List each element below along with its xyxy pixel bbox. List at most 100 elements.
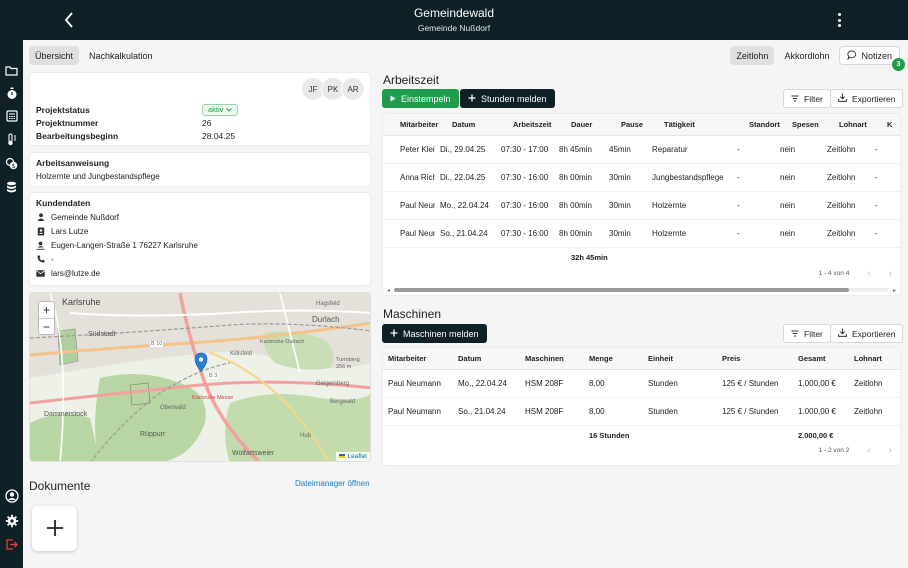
flag-icon: [339, 454, 346, 459]
table-row[interactable]: Paul Neumann So., 21.04.24 07:30 - 16:00 8h…: [383, 220, 900, 248]
report-machines-label: Maschinen melden: [403, 328, 479, 339]
column-header[interactable]: Tätigkeit: [659, 120, 744, 129]
column-header[interactable]: Datum: [447, 120, 508, 129]
column-header[interactable]: Lohnart: [834, 120, 882, 129]
table-row[interactable]: Paul Neumann So., 21.04.24 HSM 208F 8,00 Stu…: [383, 398, 900, 426]
table-cell: nein: [780, 173, 796, 182]
arbeitszeit-export-button[interactable]: Exportieren: [830, 89, 904, 108]
contact-card-icon: [36, 227, 45, 236]
table-cell: 125 € / Stunden: [722, 379, 779, 388]
scroll-left-icon[interactable]: ◂: [387, 287, 390, 294]
attribution-link[interactable]: Leaflet: [347, 453, 367, 460]
wage-tabs: Zeitlohn Akkordlohn Notizen 3: [730, 46, 905, 71]
column-header[interactable]: Maschinen: [520, 354, 584, 363]
column-header[interactable]: Lohnart: [849, 354, 899, 363]
pagination-info: 1 - 4 von 4: [818, 270, 850, 277]
table-row[interactable]: Peter Klein Di., 29.04.25 07:30 - 17:00 8h …: [383, 136, 900, 164]
table-cell: 30min: [609, 229, 631, 238]
chevron-left-icon[interactable]: ‹: [867, 268, 870, 279]
map-attribution[interactable]: Leaflet: [336, 452, 370, 461]
tab-nachkalkulation[interactable]: Nachkalkulation: [83, 46, 159, 65]
header-titles: Gemeindewald Gemeinde Nußdorf: [0, 6, 908, 33]
instruction-title: Arbeitsanweisung: [36, 158, 110, 168]
horizontal-scrollbar[interactable]: ◂ ▸: [387, 287, 896, 294]
clock-in-button[interactable]: Einstempeln: [382, 89, 459, 108]
zoom-in-button[interactable]: +: [39, 302, 54, 318]
column-header[interactable]: Mitarbeiter: [383, 354, 453, 363]
speech-bubble-icon: [847, 50, 857, 62]
zoom-out-button[interactable]: −: [39, 318, 54, 334]
status-dropdown[interactable]: aktiv: [202, 103, 239, 116]
column-header[interactable]: Dauer: [566, 120, 616, 129]
column-header[interactable]: Spesen: [787, 120, 834, 129]
column-header[interactable]: Gesamt: [793, 354, 849, 363]
table-row[interactable]: Paul Neumann Mo., 22.04.24 HSM 208F 8,00 Stu…: [383, 370, 900, 398]
map-label: Killisfeld: [230, 351, 253, 357]
report-machines-button[interactable]: Maschinen melden: [382, 324, 487, 343]
more-menu-icon[interactable]: [834, 11, 844, 29]
database-icon[interactable]: [4, 180, 19, 195]
money-icon[interactable]: $: [4, 156, 19, 171]
column-header[interactable]: Arbeitszeit: [508, 120, 566, 129]
map-label: Bergwald: [330, 399, 356, 405]
map-label: Rüppurr: [140, 431, 166, 438]
maschinen-filter-button[interactable]: Filter: [783, 324, 831, 343]
map-label: Oberwald: [160, 405, 186, 411]
chevron-right-icon[interactable]: ›: [889, 268, 892, 279]
customer-email[interactable]: lars@lutze.de: [51, 269, 100, 278]
total-quantity: 16 Stunden: [589, 430, 630, 440]
stopwatch-icon[interactable]: [4, 86, 19, 101]
plus-icon: [390, 329, 398, 339]
map-label: Hub: [300, 433, 312, 439]
customer-address-row: Eugen-Langen-Straße 1 76227 Karlsruhe: [36, 238, 364, 252]
tab-zeitlohn[interactable]: Zeitlohn: [730, 46, 775, 65]
column-header[interactable]: Menge: [584, 354, 643, 363]
scrollbar-track[interactable]: [394, 288, 889, 292]
column-header[interactable]: Pause: [616, 120, 659, 129]
scroll-right-icon[interactable]: ▸: [893, 287, 896, 294]
map-label: Karlsruhe Messe: [192, 395, 234, 401]
calculator-icon[interactable]: [4, 108, 19, 123]
report-hours-button[interactable]: Stunden melden: [460, 89, 555, 108]
column-header[interactable]: Preis: [717, 354, 793, 363]
add-document-button[interactable]: [32, 506, 77, 551]
map-label: Wolfartsweier: [232, 450, 275, 457]
instruction-card: Arbeitsanweisung Holzernte und Jungbesta…: [29, 152, 371, 187]
map-label: Südstadt: [88, 331, 116, 338]
arbeitszeit-filter-button[interactable]: Filter: [783, 89, 831, 108]
column-header[interactable]: Mitarbeiter: [383, 120, 447, 129]
column-header[interactable]: K: [882, 120, 900, 129]
info-value: 28.04.25: [202, 130, 236, 141]
project-map[interactable]: Karlsruhe Südstadt Durlach Dammerstock R…: [29, 292, 371, 462]
table-cell: Zeitlohn: [854, 379, 883, 388]
table-pagination: 1 - 4 von 4 ‹ ›: [819, 268, 892, 279]
logout-icon[interactable]: [4, 537, 19, 552]
column-header[interactable]: Standort: [744, 120, 787, 129]
tab-uebersicht[interactable]: Übersicht: [29, 46, 80, 65]
gear-icon[interactable]: [4, 513, 19, 528]
table-cell: Anna Richter: [400, 173, 435, 182]
chevron-left-icon[interactable]: ‹: [867, 445, 870, 456]
column-header[interactable]: Datum: [453, 354, 520, 363]
table-row[interactable]: Anna Richter Di., 22.04.25 07:30 - 16:00 8h…: [383, 164, 900, 192]
page-title: Gemeindewald: [413, 6, 495, 20]
map-label: B 10: [150, 341, 164, 347]
download-icon: [838, 328, 847, 339]
folder-icon[interactable]: [4, 63, 19, 78]
file-manager-link[interactable]: Dateimanager öffnen: [295, 479, 370, 488]
thermometer-icon[interactable]: [4, 132, 19, 147]
chevron-right-icon[interactable]: ›: [889, 445, 892, 456]
info-row-number: Projektnummer 26: [36, 116, 238, 129]
tab-akkordlohn[interactable]: Akkordlohn: [778, 46, 835, 65]
table-row[interactable]: Paul Neumann Mo., 22.04.24 07:30 - 16:00 8h…: [383, 192, 900, 220]
scrollbar-thumb[interactable]: [394, 288, 850, 292]
notes-button[interactable]: Notizen 3: [839, 46, 905, 71]
table-cell: -: [737, 145, 740, 154]
table-cell: -: [737, 201, 740, 210]
column-header[interactable]: Einheit: [643, 354, 717, 363]
account-icon[interactable]: [4, 488, 19, 503]
avatar[interactable]: AR: [341, 77, 365, 101]
map-label: Karlsruhe: [62, 297, 101, 307]
map-label: B 3: [208, 373, 219, 379]
maschinen-export-button[interactable]: Exportieren: [830, 324, 904, 343]
